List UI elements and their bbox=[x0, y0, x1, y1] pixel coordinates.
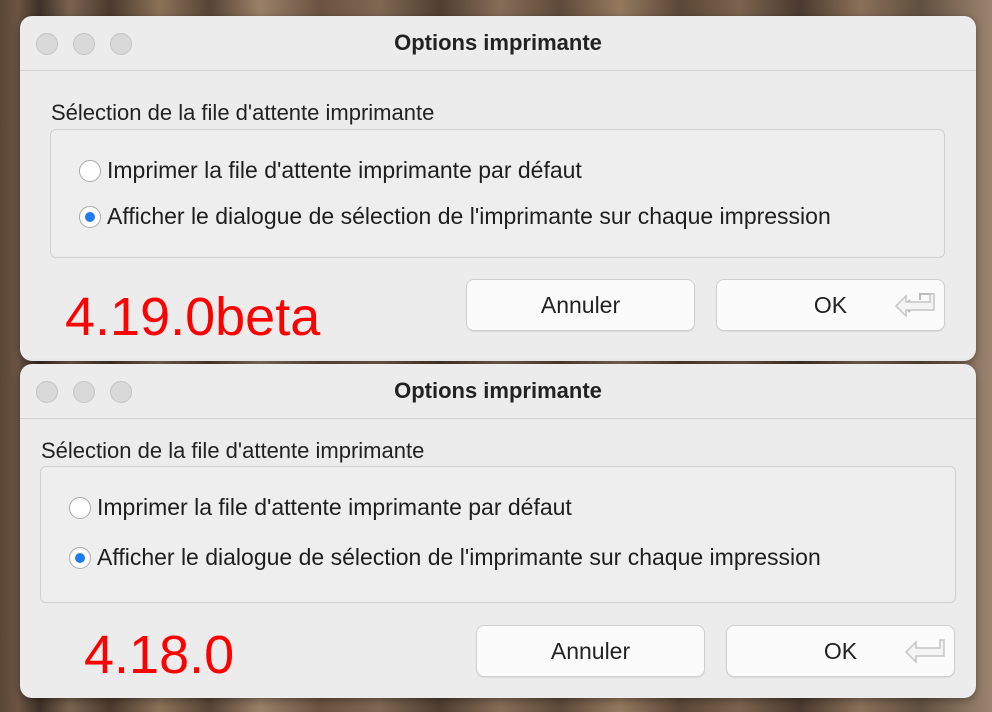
radio-button-selected[interactable] bbox=[69, 546, 91, 569]
radio-button[interactable] bbox=[69, 496, 91, 519]
printer-options-dialog-1: Options imprimante Sélection de la file … bbox=[20, 16, 976, 361]
printer-options-dialog-2: Options imprimante Sélection de la file … bbox=[20, 364, 976, 698]
dialog-title: Options imprimante bbox=[394, 378, 602, 403]
radio-option-label: Imprimer la file d'attente imprimante pa… bbox=[97, 494, 572, 520]
radio-option-default-queue[interactable]: Imprimer la file d'attente imprimante pa… bbox=[69, 494, 572, 521]
return-key-icon bbox=[904, 639, 945, 664]
ok-button[interactable]: OK bbox=[726, 625, 955, 677]
ok-button[interactable]: OK bbox=[716, 279, 945, 331]
radio-option-label: Afficher le dialogue de sélection de l'i… bbox=[107, 203, 831, 229]
radio-option-show-dialog[interactable]: Afficher le dialogue de sélection de l'i… bbox=[79, 203, 831, 230]
title-bar: Options imprimante bbox=[20, 364, 976, 419]
radio-button-selected[interactable] bbox=[79, 205, 101, 228]
cancel-button[interactable]: Annuler bbox=[476, 625, 705, 677]
ok-button-label: OK bbox=[813, 292, 848, 318]
printer-queue-group bbox=[40, 466, 956, 603]
radio-option-show-dialog[interactable]: Afficher le dialogue de sélection de l'i… bbox=[69, 544, 821, 571]
radio-button[interactable] bbox=[79, 159, 101, 182]
version-annotation: 4.19.0beta bbox=[65, 287, 321, 347]
title-bar: Options imprimante bbox=[20, 16, 976, 71]
printer-queue-group bbox=[50, 129, 945, 258]
radio-option-label: Imprimer la file d'attente imprimante pa… bbox=[107, 157, 582, 183]
section-label: Sélection de la file d'attente imprimant… bbox=[41, 438, 425, 463]
cancel-button[interactable]: Annuler bbox=[466, 279, 695, 331]
section-label: Sélection de la file d'attente imprimant… bbox=[51, 100, 435, 125]
return-key-icon bbox=[894, 293, 935, 318]
version-annotation: 4.18.0 bbox=[84, 625, 235, 685]
ok-button-label: OK bbox=[823, 638, 858, 664]
radio-option-label: Afficher le dialogue de sélection de l'i… bbox=[97, 544, 821, 570]
dialog-title: Options imprimante bbox=[394, 30, 602, 55]
radio-option-default-queue[interactable]: Imprimer la file d'attente imprimante pa… bbox=[79, 157, 582, 184]
